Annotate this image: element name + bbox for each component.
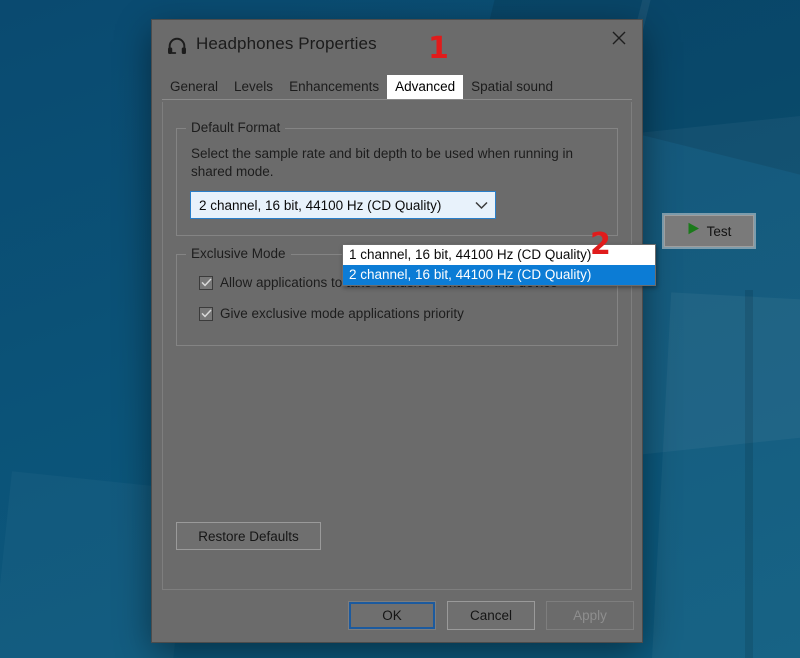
dialog-button-bar: OK Cancel Apply bbox=[152, 590, 642, 642]
chevron-down-icon bbox=[467, 201, 495, 210]
default-format-group: Default Format Select the sample rate an… bbox=[176, 128, 618, 236]
annotation-marker-2: 2 2 bbox=[590, 230, 611, 260]
wallpaper-shape-4 bbox=[745, 290, 753, 658]
advanced-tab-panel: Default Format Select the sample rate an… bbox=[162, 102, 632, 590]
tab-advanced[interactable]: Advanced bbox=[387, 75, 463, 99]
default-format-description: Select the sample rate and bit depth to … bbox=[191, 145, 593, 181]
checkbox-row-exclusive-priority[interactable]: Give exclusive mode applications priorit… bbox=[199, 306, 464, 321]
exclusive-mode-group-title: Exclusive Mode bbox=[186, 246, 291, 261]
checkbox-exclusive-control[interactable] bbox=[199, 276, 213, 290]
cancel-button[interactable]: Cancel bbox=[447, 601, 535, 630]
tab-general[interactable]: General bbox=[162, 75, 226, 99]
test-button[interactable]: Test bbox=[664, 215, 754, 247]
restore-defaults-button[interactable]: Restore Defaults bbox=[176, 522, 321, 550]
tab-levels[interactable]: Levels bbox=[226, 75, 281, 99]
dialog-title-bar: Headphones Properties bbox=[152, 20, 642, 74]
tab-spatial-sound[interactable]: Spatial sound bbox=[463, 75, 561, 99]
dialog-title: Headphones Properties bbox=[196, 34, 377, 54]
checkbox-label-exclusive-priority: Give exclusive mode applications priorit… bbox=[220, 306, 464, 321]
default-format-group-title: Default Format bbox=[186, 120, 285, 135]
headphones-properties-dialog: Headphones Properties General Levels Enh… bbox=[152, 20, 642, 642]
default-format-combobox[interactable]: 2 channel, 16 bit, 44100 Hz (CD Quality) bbox=[190, 191, 496, 219]
default-format-selected-value: 2 channel, 16 bit, 44100 Hz (CD Quality) bbox=[191, 198, 467, 213]
annotation-marker-1: 1 1 bbox=[428, 34, 449, 64]
dropdown-option-2-channel[interactable]: 2 channel, 16 bit, 44100 Hz (CD Quality) bbox=[343, 265, 655, 285]
test-button-label: Test bbox=[707, 224, 732, 239]
headset-icon bbox=[166, 36, 188, 58]
close-icon[interactable] bbox=[596, 20, 642, 56]
apply-button: Apply bbox=[546, 601, 634, 630]
checkbox-exclusive-priority[interactable] bbox=[199, 307, 213, 321]
tab-strip: General Levels Enhancements Advanced Spa… bbox=[162, 74, 632, 100]
ok-button[interactable]: OK bbox=[348, 601, 436, 630]
play-icon bbox=[687, 222, 700, 240]
wallpaper-shape-3 bbox=[649, 292, 800, 658]
tab-enhancements[interactable]: Enhancements bbox=[281, 75, 387, 99]
